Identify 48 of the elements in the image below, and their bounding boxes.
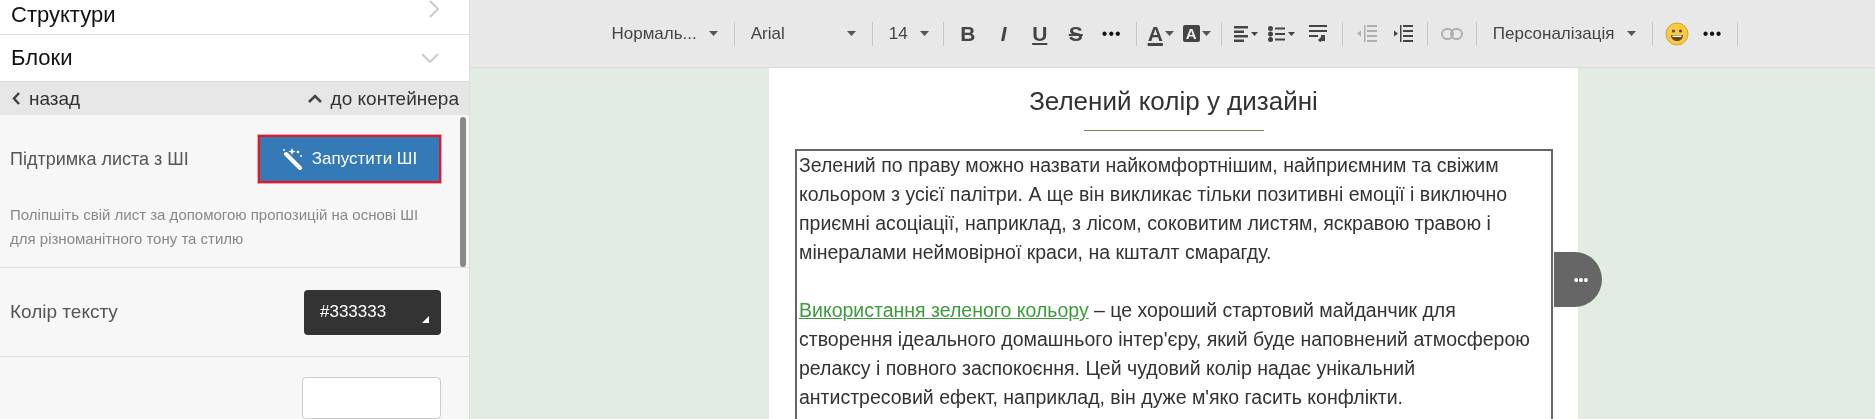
caret-icon: [846, 31, 856, 36]
dropdown[interactable]: 14: [878, 18, 937, 49]
section-title: Блоки: [11, 44, 73, 71]
link[interactable]: Використання зеленого кольору: [799, 299, 1089, 321]
font-color-button[interactable]: A: [1142, 18, 1179, 49]
scrollbar[interactable]: [460, 117, 466, 267]
chevron-up-icon: [307, 94, 322, 104]
caret-icon: [1626, 31, 1636, 36]
more-button[interactable]: •••: [1093, 18, 1130, 49]
caret-icon: [708, 31, 718, 36]
more-button[interactable]: •••: [1694, 18, 1731, 49]
link-icon: [1440, 27, 1463, 40]
paragraph: Використання зеленого кольору – це хороший стартовий майданчик для створення ідеального домашнього інтер'єру, який буде наповнений атмосферою релаксу і повного заспокоєння. Цей чудовий колір надає унікальний антистресовий ефект, наприклад, він дуже м'яко гасить конфлікти.: [799, 298, 1531, 410]
resize-corner-icon: [422, 315, 429, 323]
back-link[interactable]: назад: [12, 87, 81, 110]
smiley-icon: [1664, 21, 1689, 46]
text-block[interactable]: [795, 149, 1553, 419]
outdent-icon: [1356, 24, 1377, 43]
chevron-down-icon: [421, 52, 439, 63]
align-left-icon: [1233, 25, 1258, 42]
indent-icon: [1392, 24, 1413, 43]
paragraph: Зелений по праву можно назвати найкомфортнішим, найприємним та свіжим кольором з усієї палітри. А ще він викликає тільки позитивні емоції і виключно приємні асоціації, наприклад, з лісом, соковитим листям, яскравою травою і мінералами неймовірної краси, на кшталт смарагду.: [799, 153, 1509, 265]
dropdown[interactable]: Arial: [740, 18, 866, 49]
run-ai-button[interactable]: Запустити ШІ: [258, 135, 441, 183]
container-link[interactable]: до контейнера: [307, 87, 459, 110]
dropdown[interactable]: Нормаль...: [601, 18, 728, 49]
underline-button[interactable]: U: [1021, 18, 1058, 49]
ai-label: Підтримка листа з ШІ: [10, 148, 189, 170]
text-color-label: Колір тексту: [10, 301, 118, 323]
section-header[interactable]: Структури: [0, 0, 469, 35]
dropdown[interactable]: Персоналізація: [1482, 18, 1646, 49]
caret-icon: [1164, 31, 1174, 36]
italic-button[interactable]: I: [985, 18, 1022, 49]
chevron-left-icon: [12, 92, 20, 106]
section-title: Структури: [11, 2, 116, 28]
more-button[interactable]: •••: [1554, 252, 1602, 307]
wrap-text-icon: [1308, 25, 1327, 42]
caret-icon: [919, 31, 929, 36]
document-title: Зелений колір у дизайні: [1028, 86, 1319, 117]
strikethrough-button[interactable]: S: [1057, 18, 1094, 49]
bold-button[interactable]: B: [949, 18, 986, 49]
chevron-right-icon: [429, 0, 439, 18]
caret-icon: [1201, 31, 1211, 36]
color-picker[interactable]: #333333: [304, 289, 441, 335]
select-field[interactable]: [302, 377, 441, 419]
highlight-button[interactable]: A: [1178, 18, 1215, 49]
ai-description: Поліпшіть свій лист за допомогою пропозицій на основі ШІ для різноманітного тону та стилю: [10, 205, 420, 249]
bullet-list-icon: [1267, 25, 1296, 42]
